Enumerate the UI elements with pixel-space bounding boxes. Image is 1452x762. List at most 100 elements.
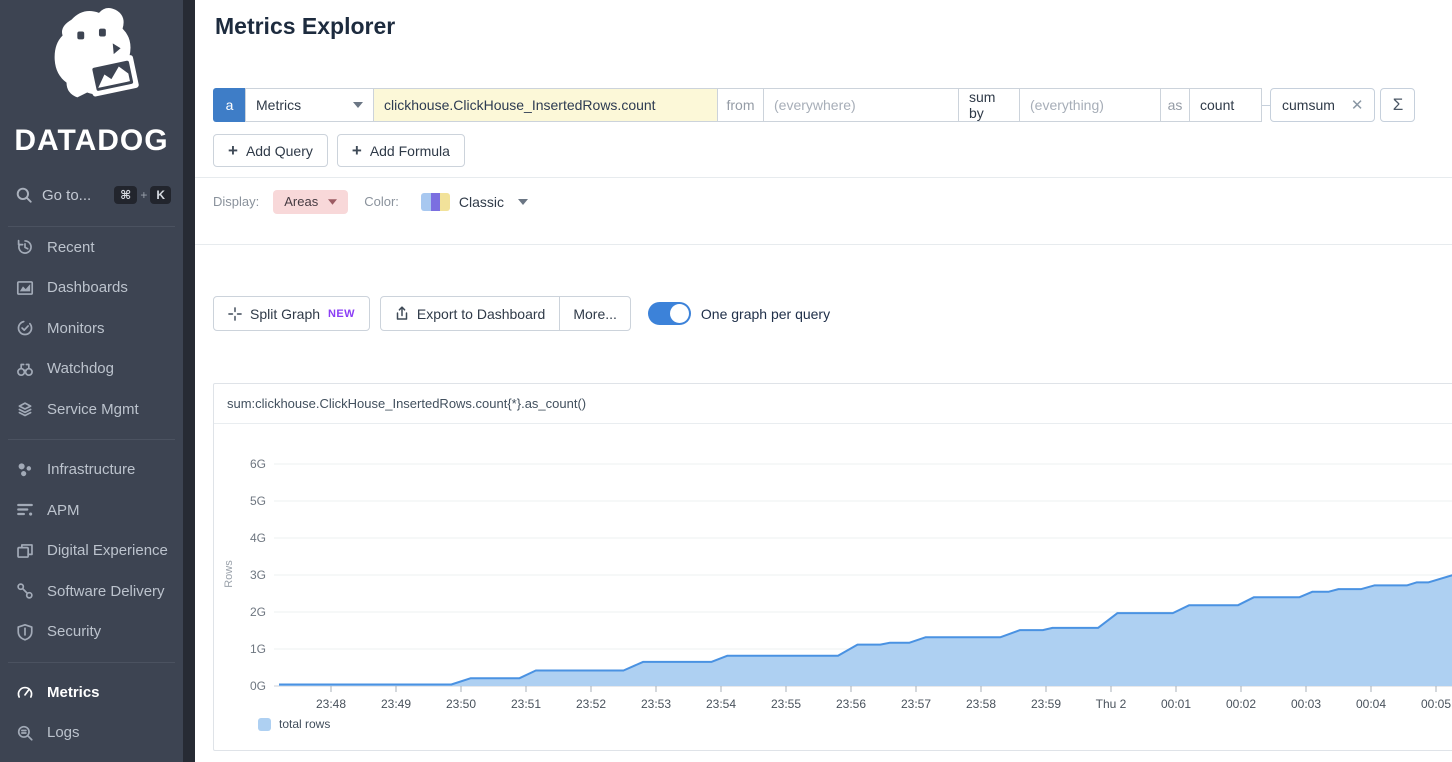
- brand-wordmark: DATADOG: [0, 124, 183, 158]
- datadog-logo-icon[interactable]: [28, 4, 166, 122]
- data-source-select[interactable]: Metrics: [245, 88, 374, 122]
- remove-function-icon[interactable]: ✕: [1351, 96, 1364, 114]
- svg-text:0G: 0G: [250, 679, 266, 693]
- sidebar-item-logs[interactable]: Logs: [0, 713, 183, 754]
- sidebar-item-label: Watchdog: [47, 360, 114, 377]
- as-value-select[interactable]: count: [1189, 88, 1262, 122]
- sidebar-group-divider: [8, 439, 175, 440]
- as-label: as: [1160, 88, 1190, 122]
- security-icon: [16, 623, 34, 641]
- chart-area[interactable]: 0G1G2G3G4G5G6G23:4823:4923:5023:5123:522…: [214, 424, 1452, 711]
- sidebar-item-label: Recent: [47, 239, 95, 256]
- svg-text:23:52: 23:52: [576, 697, 606, 711]
- more-button[interactable]: More...: [559, 297, 630, 330]
- query-editor-row: a Metrics from sum by as count cumsum ✕: [213, 88, 1415, 122]
- sidebar-item-software-delivery[interactable]: Software Delivery: [0, 571, 183, 612]
- data-source-value: Metrics: [256, 97, 301, 113]
- svg-text:23:58: 23:58: [966, 697, 996, 711]
- sidebar-item-watchdog[interactable]: Watchdog: [0, 349, 183, 390]
- sidebar-item-digital-experience[interactable]: Digital Experience: [0, 531, 183, 572]
- main-content: Metrics Explorer a Metrics from sum by a…: [195, 0, 1452, 762]
- svg-text:23:54: 23:54: [706, 697, 736, 711]
- split-graph-icon: [228, 307, 242, 321]
- search-icon: [15, 186, 33, 204]
- svg-text:00:04: 00:04: [1356, 697, 1386, 711]
- sidebar-item-apm[interactable]: APM: [0, 490, 183, 531]
- add-query-button[interactable]: + Add Query: [213, 134, 328, 167]
- from-filter-field[interactable]: [763, 88, 959, 122]
- graph-panel: sum:clickhouse.ClickHouse_InsertedRows.c…: [213, 383, 1452, 751]
- sidebar-item-label: Service Mgmt: [47, 401, 139, 418]
- sidebar-item-security[interactable]: Security: [0, 612, 183, 653]
- display-type-value: Areas: [284, 194, 318, 209]
- add-formula-button[interactable]: + Add Formula: [337, 134, 465, 167]
- chevron-down-icon: [353, 102, 363, 108]
- sidebar-item-label: Metrics: [47, 684, 100, 701]
- sum-by-label: sum by: [958, 88, 1020, 122]
- one-graph-per-query-toggle[interactable]: [648, 302, 691, 325]
- svg-text:00:05: 00:05: [1421, 697, 1451, 711]
- svg-text:23:50: 23:50: [446, 697, 476, 711]
- export-to-dashboard-button[interactable]: Export to Dashboard: [381, 297, 559, 330]
- add-function-button[interactable]: Σ: [1380, 88, 1415, 122]
- sidebar-item-label: Digital Experience: [47, 542, 168, 559]
- sidebar-item-service-mgmt[interactable]: Service Mgmt: [0, 389, 183, 430]
- svg-text:1G: 1G: [250, 642, 266, 656]
- plus-icon: +: [352, 142, 362, 159]
- metric-name-field[interactable]: [373, 88, 718, 122]
- legend-label: total rows: [279, 717, 330, 731]
- sidebar-item-infrastructure[interactable]: Infrastructure: [0, 450, 183, 491]
- cumsum-function-pill[interactable]: cumsum ✕: [1270, 88, 1375, 122]
- metrics-chart: 0G1G2G3G4G5G6G23:4823:4923:5023:5123:522…: [214, 424, 1452, 711]
- split-graph-button[interactable]: Split Graph NEW: [213, 296, 370, 331]
- sidebar-item-metrics[interactable]: Metrics: [0, 672, 183, 713]
- digital-experience-icon: [16, 542, 34, 560]
- graph-title: sum:clickhouse.ClickHouse_InsertedRows.c…: [214, 384, 1452, 424]
- sum-by-input[interactable]: [1030, 97, 1150, 113]
- svg-text:23:53: 23:53: [641, 697, 671, 711]
- svg-text:6G: 6G: [250, 457, 266, 471]
- sidebar-item-dashboards[interactable]: Dashboards: [0, 268, 183, 309]
- apm-icon: [16, 501, 34, 519]
- chart-legend[interactable]: total rows: [258, 717, 1452, 731]
- sidebar-item-label: Monitors: [47, 320, 105, 337]
- export-button-group: Export to Dashboard More...: [380, 296, 631, 331]
- function-name: cumsum: [1282, 97, 1335, 113]
- section-divider: [195, 177, 1452, 178]
- display-type-select[interactable]: Areas: [273, 190, 348, 214]
- display-options-row: Display: Areas Color: Classic: [213, 189, 528, 214]
- color-palette-value[interactable]: Classic: [459, 194, 504, 210]
- sum-by-field[interactable]: [1019, 88, 1161, 122]
- sidebar-item-monitors[interactable]: Monitors: [0, 308, 183, 349]
- from-filter-input[interactable]: [774, 97, 948, 113]
- sidebar-nav: Recent Dashboards Monitors Watchdog Service …: [0, 227, 183, 753]
- sidebar-item-recent[interactable]: Recent: [0, 227, 183, 268]
- k-key-badge: K: [150, 186, 171, 204]
- cmd-key-badge: ⌘: [114, 186, 137, 204]
- metric-name-input[interactable]: [384, 97, 707, 113]
- split-graph-label: Split Graph: [250, 306, 320, 322]
- svg-text:4G: 4G: [250, 531, 266, 545]
- service-mgmt-icon: [16, 400, 34, 418]
- go-to-label: Go to...: [42, 187, 114, 204]
- section-divider: [195, 244, 1452, 245]
- sidebar-item-label: Logs: [47, 724, 80, 741]
- function-connector: [1262, 105, 1270, 106]
- graph-toolbar: Split Graph NEW Export to Dashboard More…: [213, 296, 830, 331]
- color-palette-swatch[interactable]: [421, 193, 450, 211]
- go-to-search[interactable]: Go to... ⌘ + K: [0, 180, 183, 210]
- add-query-label: Add Query: [246, 143, 313, 159]
- svg-text:23:59: 23:59: [1031, 697, 1061, 711]
- export-icon: [395, 306, 409, 321]
- software-delivery-icon: [16, 582, 34, 600]
- sidebar-group-divider: [8, 662, 175, 663]
- svg-text:23:57: 23:57: [901, 697, 931, 711]
- new-badge: NEW: [328, 308, 355, 320]
- svg-text:23:48: 23:48: [316, 697, 346, 711]
- svg-text:23:51: 23:51: [511, 697, 541, 711]
- from-label: from: [717, 88, 764, 122]
- metrics-explorer-page: DATADOG Go to... ⌘ + K Recent Dashboards M…: [0, 0, 1452, 762]
- svg-text:00:02: 00:02: [1226, 697, 1256, 711]
- svg-text:00:01: 00:01: [1161, 697, 1191, 711]
- legend-swatch: [258, 718, 271, 731]
